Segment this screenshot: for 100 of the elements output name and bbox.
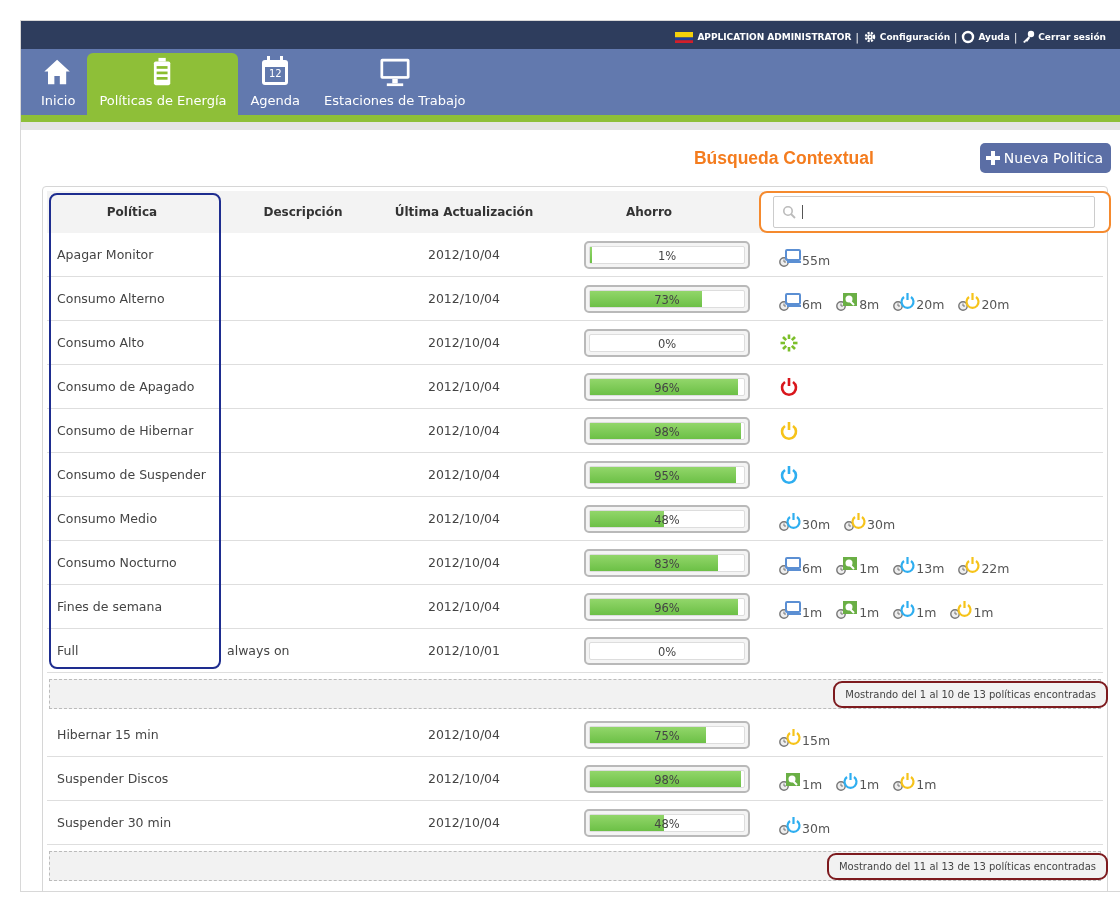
column-header: Ahorro <box>624 205 674 219</box>
monitor-timer-icon <box>779 600 803 619</box>
power-timer-icon <box>893 292 918 311</box>
disk-timer-icon <box>779 772 803 791</box>
policy-name: Consumo de Hibernar <box>56 423 195 438</box>
savings-percent: 83% <box>653 555 681 571</box>
nav-tab[interactable]: Estaciones de Trabajo <box>312 53 478 115</box>
timer-value: 30m <box>802 518 831 531</box>
timer-value: 1m <box>973 606 994 619</box>
timer-value: 6m <box>802 298 823 311</box>
timer-value: 20m <box>981 298 1010 311</box>
timer-value: 8m <box>859 298 880 311</box>
monitor-timer-icon <box>779 248 803 267</box>
policy-name: Apagar Monitor <box>56 247 155 262</box>
policy-name: Consumo de Apagado <box>56 379 196 394</box>
update-date: 2012/10/04 <box>426 379 501 394</box>
pager-status: Mostrando del 1 al 10 de 13 políticas encontradas <box>833 680 1108 708</box>
power-timer-icon <box>836 772 861 791</box>
savings-percent: 0% <box>656 643 678 659</box>
policy-name: Hibernar 15 min <box>56 727 160 742</box>
key-icon <box>1021 30 1036 44</box>
separator: | <box>954 31 958 43</box>
update-date: 2012/10/04 <box>426 467 501 482</box>
timer-value: 1m <box>859 562 880 575</box>
policy-name: Suspender 30 min <box>56 815 173 830</box>
update-date: 2012/10/04 <box>426 291 501 306</box>
timer-value: 1m <box>916 778 937 791</box>
policy-name: Consumo de Suspender <box>56 467 207 482</box>
lifebuoy-icon <box>961 30 976 44</box>
savings-percent: 73% <box>653 291 681 307</box>
policy-name: Consumo Nocturno <box>56 555 178 570</box>
update-date: 2012/10/04 <box>426 335 501 350</box>
update-date: 2012/10/04 <box>426 599 501 614</box>
timer-value: 6m <box>802 562 823 575</box>
timer-value: 55m <box>802 254 831 267</box>
update-date: 2012/10/04 <box>426 511 501 526</box>
spinner-icon <box>779 332 799 353</box>
nav-tab[interactable]: Inicio <box>29 53 88 115</box>
header-link[interactable]: Cerrar sesión <box>1021 30 1106 44</box>
timer-value: 22m <box>981 562 1010 575</box>
savings-percent: 96% <box>653 379 681 395</box>
savings-percent: 95% <box>653 467 681 483</box>
policy-name: Consumo Alterno <box>56 291 166 306</box>
new-policy-button[interactable]: Nueva Politica <box>979 143 1111 173</box>
power-icon <box>779 376 799 397</box>
timer-value: 20m <box>916 298 945 311</box>
header-link[interactable]: Ayuda <box>961 30 1010 44</box>
policy-name: Fines de semana <box>56 599 164 614</box>
monitor-timer-icon <box>779 292 803 311</box>
timer-value: 1m <box>802 606 823 619</box>
savings-percent: 75% <box>653 727 681 743</box>
power-timer-icon <box>779 512 803 531</box>
policy-name: Consumo Medio <box>56 511 159 526</box>
power-timer-icon <box>893 600 918 619</box>
monitor-icon <box>377 57 412 87</box>
policy-description: always on <box>226 643 291 658</box>
timer-value: 13m <box>916 562 945 575</box>
power-timer-icon <box>958 556 983 575</box>
search-icon <box>782 205 796 219</box>
power-icon <box>779 464 799 485</box>
separator: | <box>855 31 859 43</box>
timer-value: 1m <box>859 606 880 619</box>
update-date: 2012/10/04 <box>426 247 501 262</box>
column-header: Última Actualización <box>393 205 535 219</box>
savings-percent: 98% <box>653 423 681 439</box>
timer-value: 1m <box>859 778 880 791</box>
column-header: Política <box>105 205 159 219</box>
update-date: 2012/10/04 <box>426 727 501 742</box>
policy-name: Suspender Discos <box>56 771 170 786</box>
monitor-timer-icon <box>779 556 803 575</box>
update-date: 2012/10/04 <box>426 815 501 830</box>
power-timer-icon <box>844 512 869 531</box>
update-date: 2012/10/04 <box>426 423 501 438</box>
update-date: 2012/10/01 <box>426 643 501 658</box>
power-timer-icon <box>893 772 918 791</box>
nav-tab[interactable]: 12 Agenda <box>238 53 313 115</box>
timer-value: 30m <box>802 822 831 835</box>
savings-percent: 96% <box>653 599 681 615</box>
power-timer-icon <box>893 556 918 575</box>
savings-percent: 1% <box>656 247 678 263</box>
power-timer-icon <box>950 600 975 619</box>
power-timer-icon <box>779 816 803 835</box>
update-date: 2012/10/04 <box>426 771 501 786</box>
page-title: Búsqueda Contextual <box>693 147 874 169</box>
timer-value: 1m <box>916 606 937 619</box>
header-link[interactable]: Configuración <box>862 30 951 44</box>
update-date: 2012/10/04 <box>426 555 501 570</box>
savings-percent: 0% <box>656 335 678 351</box>
column-header: Descripción <box>262 205 344 219</box>
user-name: APPLICATION ADMINISTRATOR <box>697 32 852 42</box>
savings-percent: 98% <box>653 771 681 787</box>
pager-status: Mostrando del 11 al 13 de 13 políticas encontradas <box>826 852 1108 880</box>
timer-value: 30m <box>867 518 896 531</box>
timer-value: 1m <box>802 778 823 791</box>
power-icon <box>779 420 799 441</box>
separator: | <box>1013 31 1018 43</box>
search-field[interactable] <box>773 196 1095 228</box>
power-timer-icon <box>958 292 983 311</box>
policy-name: Consumo Alto <box>56 335 146 350</box>
gear-icon <box>862 30 877 44</box>
